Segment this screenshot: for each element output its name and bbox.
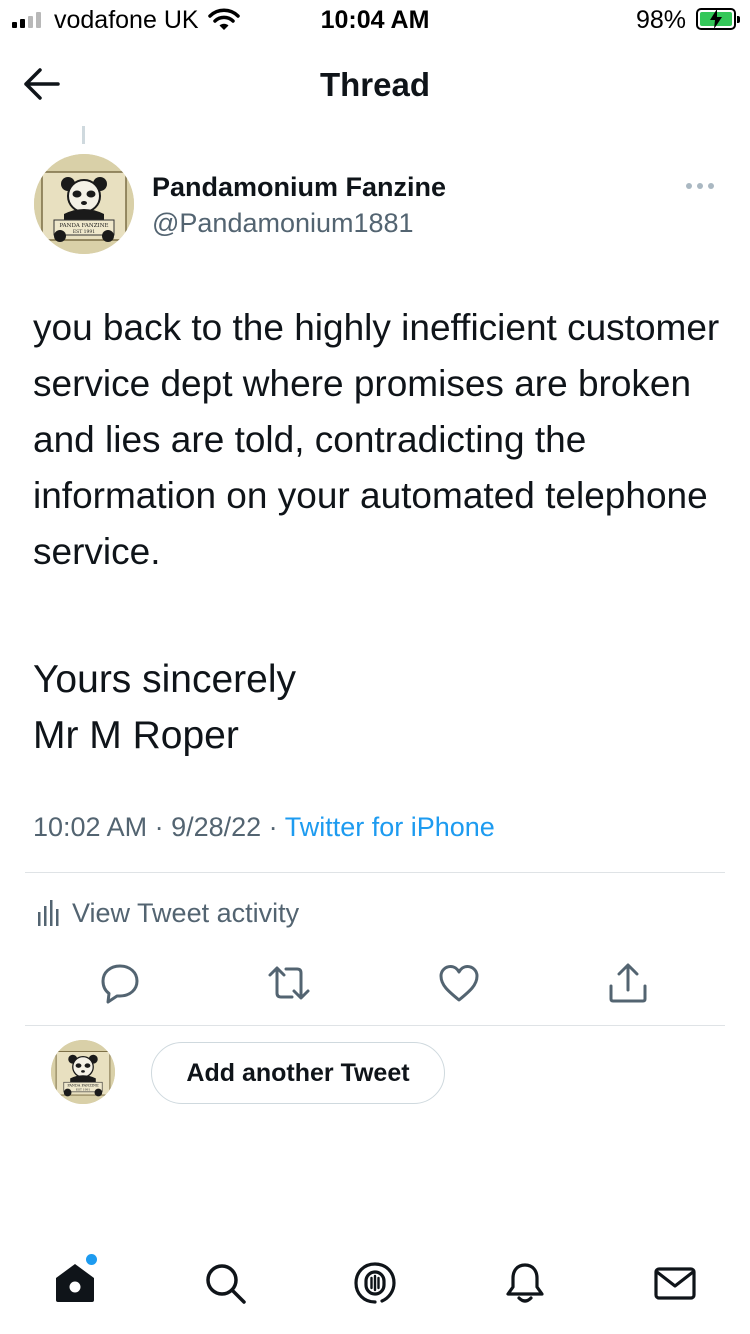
thread-header: Thread — [0, 50, 750, 120]
signoff-line: Yours sincerely — [33, 658, 297, 701]
share-button[interactable] — [605, 960, 651, 1006]
search-icon — [206, 1264, 246, 1304]
current-user-avatar[interactable]: PANDA FANZINE EST 1991 — [51, 1040, 115, 1104]
heart-icon — [439, 965, 479, 1002]
meta-separator: · — [147, 812, 172, 842]
page-title: Thread — [319, 66, 431, 103]
signoff-line: Mr M Roper — [33, 714, 239, 757]
author-handle[interactable]: @Pandamonium1881 — [152, 208, 414, 239]
tweet-source-link[interactable]: Twitter for iPhone — [285, 812, 495, 842]
tweet-actions — [0, 960, 750, 1010]
new-content-indicator — [86, 1254, 97, 1265]
home-icon — [56, 1264, 94, 1302]
more-options-button[interactable] — [684, 176, 716, 196]
share-icon — [609, 963, 647, 1003]
avatar[interactable]: PANDA FANZINE EST 1991 — [34, 154, 134, 254]
bottom-tab-bar — [0, 1250, 750, 1320]
tab-notifications[interactable] — [502, 1260, 548, 1306]
battery-percent: 98% — [635, 6, 686, 34]
tab-home[interactable] — [52, 1254, 98, 1306]
svg-text:EST 1991: EST 1991 — [73, 229, 95, 235]
tweet-date: 9/28/22 — [171, 812, 262, 842]
analytics-bars-icon — [38, 900, 59, 926]
add-another-tweet-button[interactable]: Add another Tweet — [151, 1042, 445, 1104]
battery-charging-icon — [696, 8, 740, 30]
tab-search[interactable] — [202, 1260, 248, 1306]
svg-text:PANDA FANZINE: PANDA FANZINE — [59, 223, 108, 229]
svg-text:EST 1991: EST 1991 — [76, 1088, 90, 1092]
view-tweet-activity-link[interactable]: View Tweet activity — [36, 893, 299, 933]
panda-logo: PANDA FANZINE EST 1991 — [51, 1040, 115, 1104]
divider — [25, 872, 725, 873]
tweet-metadata: 10:02 AM · 9/28/22 · Twitter for iPhone — [33, 812, 495, 843]
envelope-icon — [654, 1267, 696, 1300]
reply-icon — [101, 964, 139, 1004]
status-bar: vodafone UK 10:04 AM 98% — [0, 0, 750, 40]
meta-separator: · — [261, 812, 285, 842]
author-name[interactable]: Pandamonium Fanzine — [152, 172, 446, 203]
tab-messages[interactable] — [652, 1260, 698, 1306]
panda-logo: PANDA FANZINE EST 1991 — [34, 154, 134, 254]
tweet-signoff: Yours sincerely Mr M Roper — [33, 652, 723, 764]
divider — [25, 1025, 725, 1026]
tab-spaces[interactable] — [352, 1260, 398, 1306]
bell-icon — [506, 1263, 544, 1303]
thread-connector-line — [82, 126, 85, 144]
retweet-button[interactable] — [266, 960, 312, 1006]
retweet-icon — [268, 966, 310, 1000]
spaces-icon — [354, 1262, 396, 1304]
more-dots-icon — [686, 183, 692, 189]
tweet-text: you back to the highly inefficient custo… — [33, 307, 720, 572]
tweet-time: 10:02 AM — [33, 812, 148, 842]
like-button[interactable] — [436, 960, 482, 1006]
reply-button[interactable] — [97, 960, 143, 1006]
view-tweet-activity-label: View Tweet activity — [72, 897, 300, 928]
